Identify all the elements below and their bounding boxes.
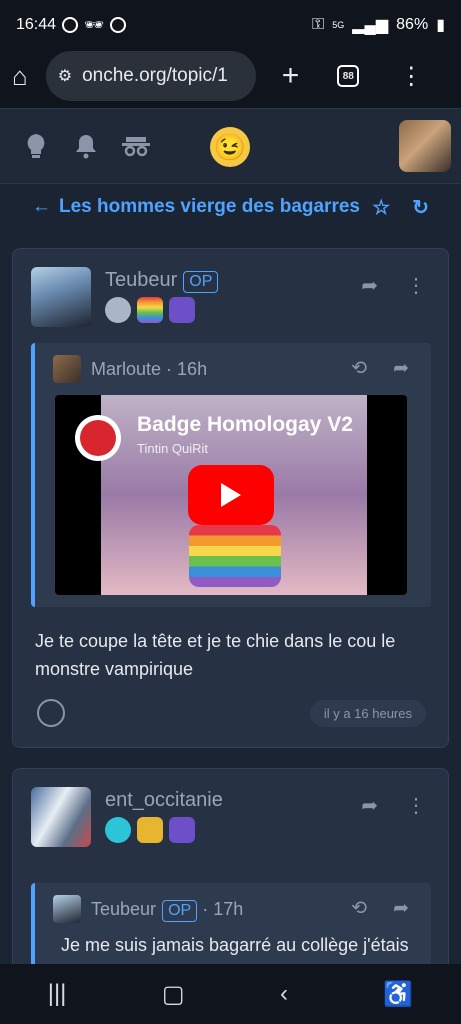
url-text: onche.org/topic/1: [82, 65, 228, 86]
share-icon[interactable]: ➦: [393, 897, 409, 920]
play-icon: [221, 483, 241, 507]
battery-icon: ▮: [436, 17, 445, 34]
incognito-icon[interactable]: [120, 130, 152, 162]
star-icon[interactable]: ☆: [372, 195, 390, 220]
bell-icon[interactable]: [70, 130, 102, 162]
add-reaction-icon[interactable]: [37, 699, 65, 727]
badge-moon: [169, 817, 195, 843]
badge-moon: [169, 297, 195, 323]
history-icon[interactable]: ⟲: [351, 357, 367, 380]
badge-silver-star: [105, 297, 131, 323]
site-settings-icon[interactable]: ⚙: [58, 66, 72, 86]
site-header: 😉: [0, 108, 461, 184]
user-avatar[interactable]: [399, 120, 451, 172]
share-icon[interactable]: ➦: [393, 357, 409, 380]
quoted-time: · 16h: [166, 359, 208, 379]
browser-toolbar: ⌂ ⚙ onche.org/topic/1 + 88 ⋮: [0, 44, 461, 108]
whatsapp-icon: [62, 17, 79, 33]
play-button[interactable]: [188, 465, 274, 525]
quoted-author-avatar[interactable]: [53, 895, 81, 923]
author-badges: [105, 817, 195, 843]
menu-icon[interactable]: ⋮: [399, 62, 423, 91]
post-card: Teubeur OP ➦ ⋮ Marloute · 16h ⟲ ➦ Badge …: [12, 248, 449, 748]
recents-icon[interactable]: |||: [48, 980, 67, 1008]
op-badge: OP: [183, 271, 219, 293]
system-nav-bar: ||| ▢ ‹ ♿: [0, 964, 461, 1024]
share-icon[interactable]: ➦: [361, 273, 378, 298]
author-name[interactable]: Teubeur OP: [105, 269, 219, 293]
share-icon[interactable]: ➦: [361, 793, 378, 818]
dnd-icon: [110, 17, 127, 33]
signal-icon: ▂▄▆: [352, 17, 389, 34]
refresh-icon[interactable]: ↻: [412, 195, 429, 220]
home-icon[interactable]: ⌂: [12, 61, 28, 92]
video-channel[interactable]: Tintin QuiRit: [137, 441, 208, 456]
url-bar[interactable]: ⚙ onche.org/topic/1: [45, 51, 256, 101]
status-bar: 16:44 🕶 ⚿ 5G ▂▄▆ 86% ▮: [0, 0, 461, 50]
more-options-icon[interactable]: ⋮: [406, 793, 426, 818]
badge-gold-face: [137, 817, 163, 843]
battery-text: 86%: [396, 16, 429, 33]
quoted-author-name[interactable]: Marloute: [91, 359, 161, 379]
status-time: 16:44: [16, 16, 57, 33]
author-avatar[interactable]: [31, 267, 91, 327]
rainbow-badge-image: [189, 525, 281, 587]
back-arrow-icon[interactable]: ←: [32, 196, 51, 218]
network-label: 5G: [332, 20, 345, 30]
op-badge: OP: [162, 900, 198, 922]
channel-logo[interactable]: [75, 415, 121, 461]
accessibility-icon[interactable]: ♿: [383, 980, 413, 1009]
author-badges: [105, 297, 195, 323]
lightbulb-icon[interactable]: [20, 130, 52, 162]
history-icon[interactable]: ⟲: [351, 897, 367, 920]
topic-bar: ← Les hommes vierge des bagarres ☆ ↻: [0, 190, 461, 224]
topic-title[interactable]: Les hommes vierge des bagarres: [59, 196, 360, 218]
badge-two-stars: [105, 817, 131, 843]
post-body: Je te coupe la tête et je te chie dans l…: [35, 631, 396, 679]
author-name-text[interactable]: Teubeur: [105, 269, 177, 291]
incognito-icon: 🕶: [84, 17, 105, 34]
tab-count-button[interactable]: 88: [337, 65, 360, 87]
youtube-embed[interactable]: Badge Homologay V2 Tintin QuiRit: [55, 395, 407, 595]
key-icon: ⚿: [312, 16, 325, 33]
more-options-icon[interactable]: ⋮: [406, 273, 426, 298]
quoted-author[interactable]: Marloute · 16h: [91, 359, 207, 380]
quoted-time: · 17h: [202, 899, 244, 919]
quoted-author[interactable]: Teubeur OP · 17h: [91, 899, 243, 922]
author-avatar[interactable]: [31, 787, 91, 847]
quoted-author-avatar[interactable]: [53, 355, 81, 383]
home-nav-icon[interactable]: ▢: [162, 980, 185, 1009]
badge-rainbow: [137, 297, 163, 323]
back-nav-icon[interactable]: ‹: [280, 980, 288, 1008]
author-name[interactable]: ent_occitanie: [105, 789, 223, 812]
video-title[interactable]: Badge Homologay V2: [137, 413, 353, 437]
quoted-post: Marloute · 16h ⟲ ➦ Badge Homologay V2 Ti…: [31, 343, 431, 607]
new-tab-icon[interactable]: +: [282, 59, 300, 93]
post-timestamp: il y a 16 heures: [309, 700, 426, 727]
site-logo-smiley[interactable]: 😉: [210, 127, 250, 167]
quoted-author-name[interactable]: Teubeur: [91, 899, 156, 919]
